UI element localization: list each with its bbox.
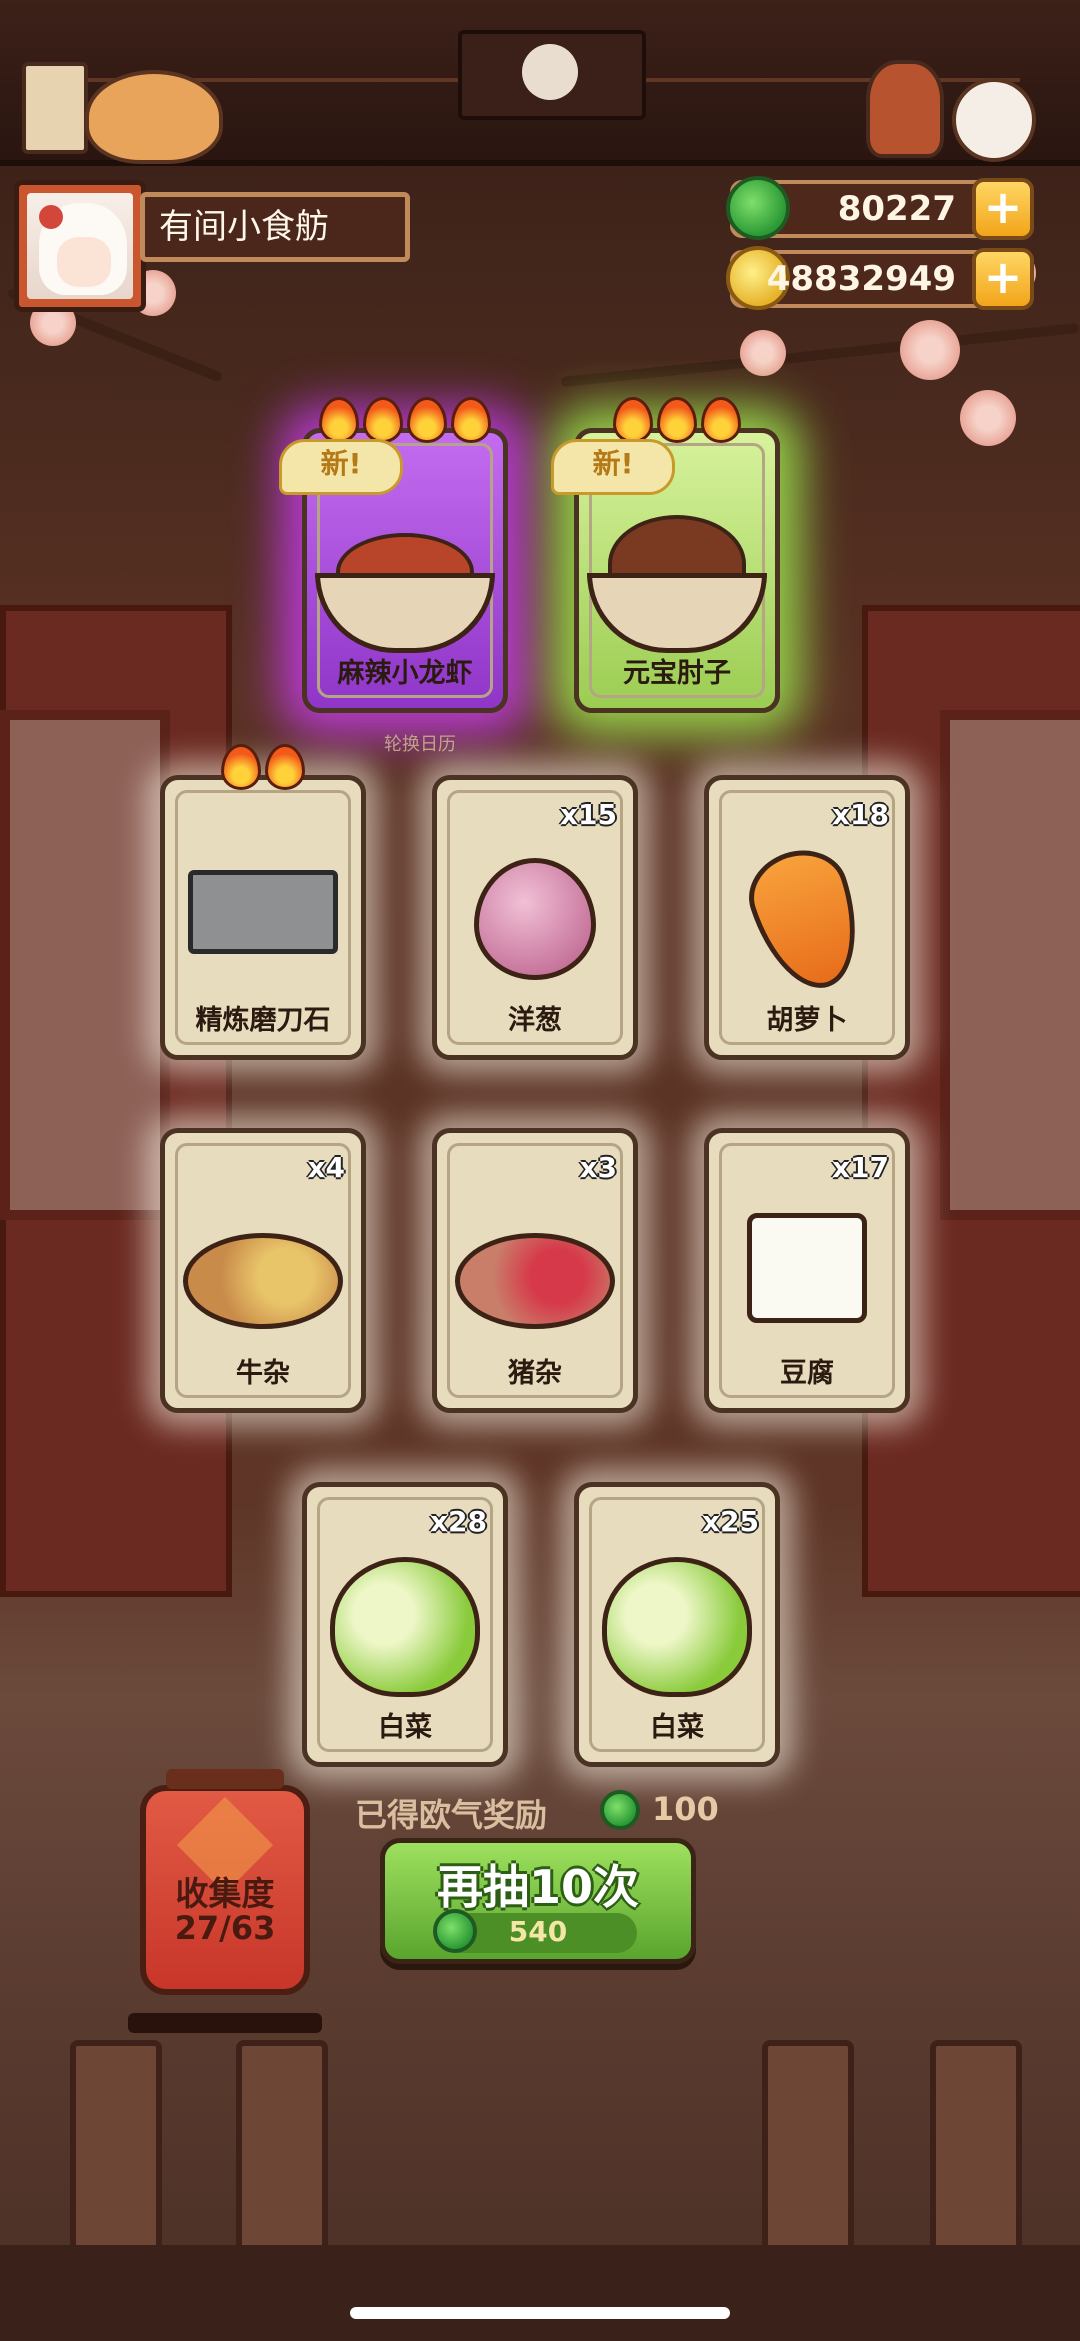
rarity-flames xyxy=(219,744,307,799)
flame-icon xyxy=(451,397,491,443)
fence-post xyxy=(70,2040,162,2262)
add-coin-button[interactable]: + xyxy=(972,248,1034,310)
bowl-icon xyxy=(587,573,767,653)
card-pork-offal[interactable]: x3 猪杂 xyxy=(432,1128,638,1413)
draw-cost-value: 540 xyxy=(508,1915,568,1948)
pork-offal-icon xyxy=(455,1233,615,1329)
new-badge: 新! xyxy=(279,439,403,495)
flame-icon xyxy=(407,397,447,443)
flame-icon xyxy=(613,397,653,443)
card-name: 洋葱 xyxy=(508,1005,562,1036)
jade-value: 80227 xyxy=(837,189,956,229)
card-featured-crayfish[interactable]: 新! 麻辣小龙虾 xyxy=(279,397,508,713)
whetstone-icon xyxy=(188,870,338,954)
card-cabbage-2[interactable]: x25 白菜 xyxy=(574,1482,780,1767)
chef-girl-icon xyxy=(866,60,944,158)
cabbage-icon xyxy=(330,1557,480,1697)
flame-icon xyxy=(363,397,403,443)
draw-again-button[interactable]: 再抽10次 540 xyxy=(380,1838,696,1964)
card-name: 猪杂 xyxy=(508,1358,562,1389)
card-qty: x15 xyxy=(559,798,617,831)
flame-icon xyxy=(319,397,359,443)
carrot-icon xyxy=(737,837,877,1003)
card-name: 元宝肘子 xyxy=(623,658,731,689)
card-qty: x28 xyxy=(429,1505,487,1538)
bowl-icon xyxy=(315,573,495,653)
card-cabbage-1[interactable]: x28 白菜 xyxy=(302,1482,508,1767)
collection-progress: 27/63 xyxy=(174,1909,276,1947)
card-tofu[interactable]: x17 豆腐 xyxy=(704,1128,910,1413)
blossom-icon xyxy=(900,320,960,380)
luck-reward-value: 100 xyxy=(652,1790,719,1828)
onion-icon xyxy=(474,858,596,980)
collection-label: 收集度 xyxy=(175,1874,275,1913)
card-name: 白菜 xyxy=(378,1712,432,1743)
card-name: 胡萝卜 xyxy=(766,1005,848,1036)
orange-cat-icon xyxy=(85,70,223,164)
rotation-hint: 轮换日历 xyxy=(384,734,456,755)
draw-again-label: 再抽10次 xyxy=(436,1860,639,1914)
card-whetstone[interactable]: 精炼磨刀石 xyxy=(160,744,366,1060)
card-name: 牛杂 xyxy=(236,1358,290,1389)
card-qty: x25 xyxy=(701,1505,759,1538)
new-badge: 新! xyxy=(551,439,675,495)
jade-icon xyxy=(600,1790,640,1830)
luck-reward-label: 已得欧气奖励 xyxy=(355,1796,548,1834)
shop-name: 有间小食舫 xyxy=(140,192,410,262)
card-featured-pork-knuckle[interactable]: 新! 元宝肘子 xyxy=(551,397,780,713)
left-window-lattice xyxy=(0,710,170,1220)
card-name: 精炼磨刀石 xyxy=(195,1005,331,1036)
flame-icon xyxy=(701,397,741,443)
floor-bar xyxy=(0,2245,1080,2341)
flame-icon xyxy=(265,744,305,790)
raccoon-scroll-icon xyxy=(458,30,646,120)
fence-post xyxy=(762,2040,854,2262)
jade-icon xyxy=(726,176,790,240)
fence-post xyxy=(236,2040,328,2262)
cabbage-icon xyxy=(602,1557,752,1697)
beef-offal-icon xyxy=(183,1233,343,1329)
paw-sign-icon xyxy=(22,62,88,154)
blossom-icon xyxy=(960,390,1016,446)
coin-currency: 48832949 + xyxy=(726,246,1034,310)
card-name: 豆腐 xyxy=(780,1358,834,1389)
card-name: 麻辣小龙虾 xyxy=(337,658,473,689)
flame-icon xyxy=(657,397,697,443)
jade-currency: 80227 + xyxy=(726,176,1034,240)
white-cat-icon xyxy=(952,78,1036,162)
blossom-branch-right xyxy=(560,322,1080,388)
collection-lantern-button[interactable]: 收集度 27/63 xyxy=(128,1769,322,2033)
add-jade-button[interactable]: + xyxy=(972,178,1034,240)
draw-cost: 540 xyxy=(433,1909,637,1953)
blossom-icon xyxy=(740,330,786,376)
card-name: 白菜 xyxy=(650,1712,704,1743)
flame-icon xyxy=(221,744,261,790)
card-qty: x4 xyxy=(307,1151,345,1184)
fence-post xyxy=(930,2040,1022,2262)
card-qty: x3 xyxy=(579,1151,617,1184)
right-window-lattice xyxy=(940,710,1080,1220)
home-indicator[interactable] xyxy=(350,2307,730,2319)
card-beef-offal[interactable]: x4 牛杂 xyxy=(160,1128,366,1413)
tofu-icon xyxy=(747,1213,867,1323)
card-carrot[interactable]: x18 胡萝卜 xyxy=(704,775,910,1060)
card-onion[interactable]: x15 洋葱 xyxy=(432,775,638,1060)
coin-value: 48832949 xyxy=(766,259,956,299)
card-qty: x18 xyxy=(831,798,889,831)
player-avatar[interactable] xyxy=(14,180,146,312)
card-qty: x17 xyxy=(831,1151,889,1184)
